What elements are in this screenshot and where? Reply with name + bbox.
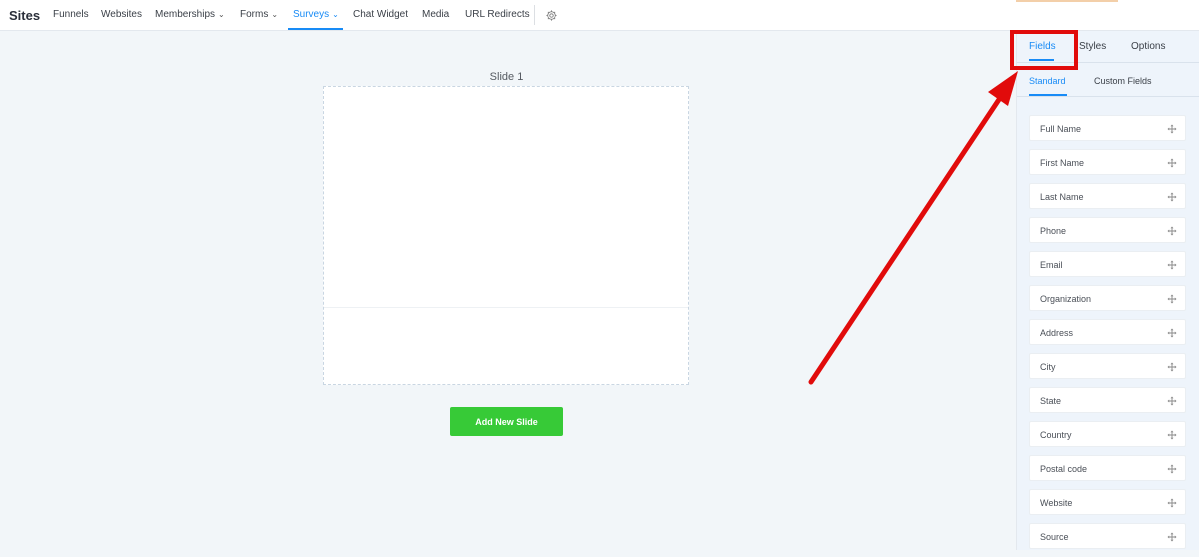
annotation-arrow [808,71,1018,385]
